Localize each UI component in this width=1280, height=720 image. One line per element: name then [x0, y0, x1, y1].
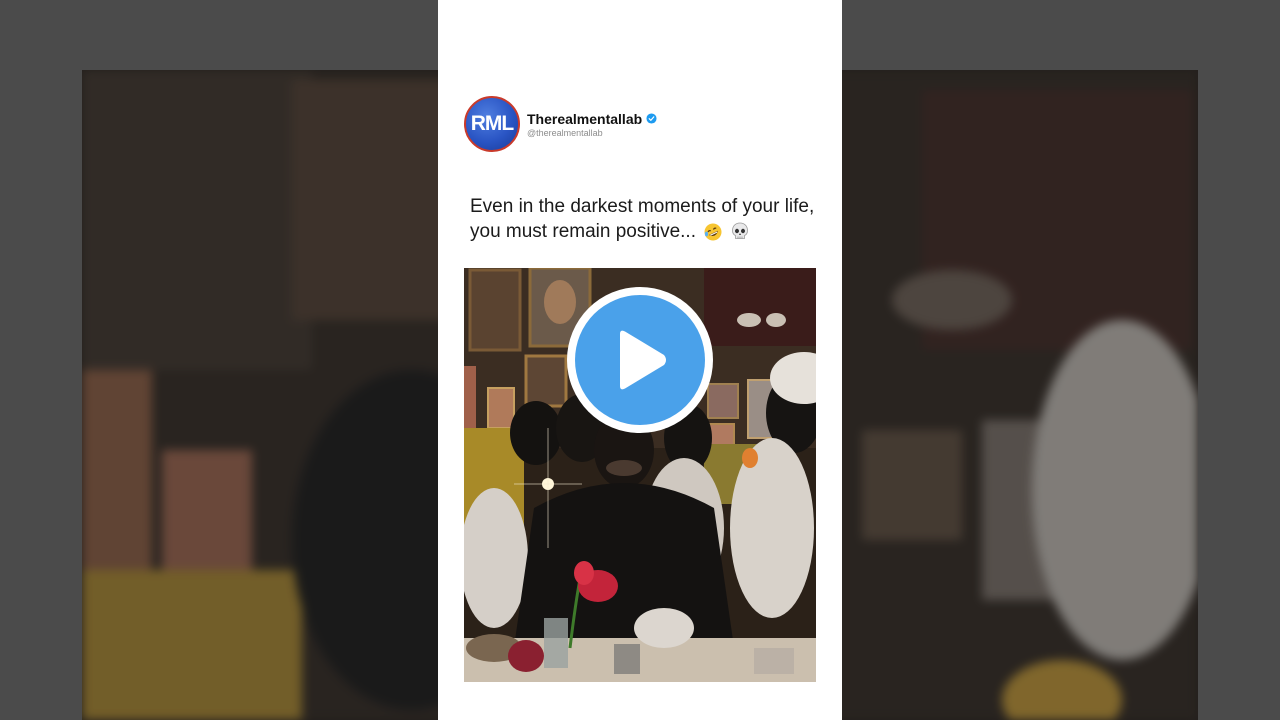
- display-name[interactable]: Therealmentallab: [527, 111, 642, 127]
- skull-icon: [731, 222, 748, 239]
- tweet-text: Even in the darkest moments of your life…: [470, 194, 830, 244]
- avatar-text: RML: [470, 112, 514, 135]
- tweet-text-line2: you must remain positive...: [470, 221, 696, 242]
- name-row: Therealmentallab: [527, 111, 657, 127]
- play-icon: [620, 330, 666, 390]
- avatar[interactable]: RML: [464, 96, 520, 152]
- user-handle[interactable]: @therealmentallab: [527, 128, 657, 138]
- shorts-viewport: RML Therealmentallab @therealmentallab E…: [0, 0, 1280, 720]
- play-button[interactable]: [567, 287, 713, 433]
- author-info: Therealmentallab @therealmentallab: [527, 111, 657, 138]
- tweet-card: RML Therealmentallab @therealmentallab E…: [438, 0, 842, 720]
- play-button-inner: [575, 295, 705, 425]
- verified-badge-icon: [646, 113, 657, 124]
- tweet-text-line1: Even in the darkest moments of your life…: [470, 196, 815, 217]
- tweet-header: RML Therealmentallab @therealmentallab: [464, 96, 657, 152]
- video-player[interactable]: [464, 268, 816, 682]
- rolling-on-floor-laughing-icon: [704, 223, 722, 241]
